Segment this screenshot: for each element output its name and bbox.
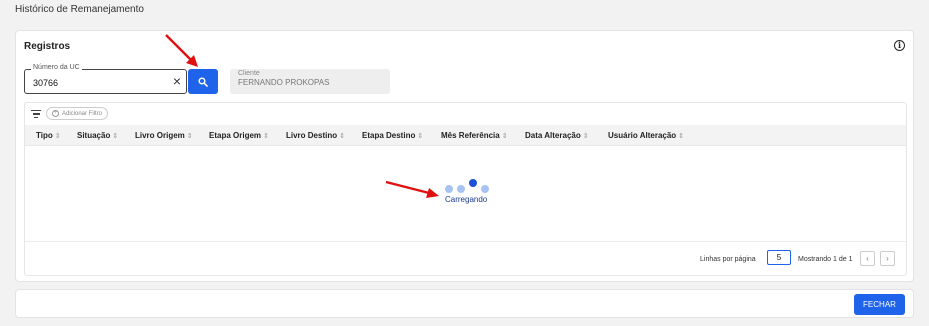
page-title: Histórico de Remanejamento [15, 4, 144, 15]
column-header-tipo[interactable]: Tipo ⇕ [36, 131, 61, 140]
loader-dot [457, 185, 465, 193]
loader-dot [469, 179, 477, 187]
plus-circle-icon: + [52, 110, 59, 117]
clear-icon[interactable]: × [173, 73, 181, 89]
uc-number-label: Número da UC [31, 64, 82, 71]
loader-dot [445, 185, 453, 193]
rows-per-page-input[interactable]: 5 [767, 250, 791, 265]
column-header-data-alteracao[interactable]: Data Alteração ⇕ [525, 131, 589, 140]
sort-icon: ⇕ [678, 133, 685, 140]
prev-page-button[interactable]: ‹ [860, 251, 875, 266]
card-title: Registros [24, 41, 71, 52]
add-filter-label: Adicionar Filtro [62, 110, 103, 117]
filter-icon[interactable] [31, 110, 41, 120]
sort-icon: ⇕ [112, 133, 119, 140]
annotation-arrow-icon [165, 34, 198, 67]
sort-icon: ⇕ [186, 133, 193, 140]
records-table: + Adicionar Filtro Tipo ⇕ Situação ⇕ Livro… [24, 102, 907, 276]
sort-icon: ⇕ [339, 133, 345, 140]
uc-number-value[interactable]: 30766 [33, 78, 58, 88]
uc-number-field[interactable]: Número da UC 30766 × [24, 64, 187, 94]
column-header-usuario-alteracao[interactable]: Usuário Alteração ⇕ [608, 131, 684, 140]
sort-icon: ⇕ [501, 133, 508, 140]
table-header: Tipo ⇕ Situação ⇕ Livro Origem ⇕ Etapa Orig… [25, 125, 906, 146]
client-field: Cliente FERNANDO PROKOPAS [230, 69, 390, 94]
loader-dot [481, 185, 489, 193]
sort-icon: ⇕ [54, 133, 61, 140]
column-header-livro-destino[interactable]: Livro Destino ⇕ [286, 131, 345, 140]
column-header-livro-origem[interactable]: Livro Origem ⇕ [135, 131, 193, 140]
records-card: Registros i Número da UC 30766 × Cliente… [15, 30, 914, 282]
rows-per-page-label: Linhas por página [700, 256, 756, 263]
info-icon[interactable]: i [894, 40, 905, 51]
sort-icon: ⇕ [263, 133, 269, 140]
close-button[interactable]: FECHAR [854, 294, 905, 315]
column-header-mes-referencia[interactable]: Mês Referência ⇕ [441, 131, 508, 140]
search-icon [198, 76, 208, 87]
sort-icon: ⇕ [582, 133, 589, 140]
column-header-situacao[interactable]: Situação ⇕ [77, 131, 118, 140]
column-header-etapa-destino[interactable]: Etapa Destino ⇕ [362, 131, 423, 140]
loading-text: Carregando [445, 195, 488, 204]
client-value: FERNANDO PROKOPAS [238, 78, 330, 87]
column-header-etapa-origem[interactable]: Etapa Origem ⇕ [209, 131, 269, 140]
pagination-status: Mostrando 1 de 1 [798, 256, 853, 263]
sort-icon: ⇕ [417, 133, 424, 140]
footer-bar: FECHAR [15, 289, 914, 318]
next-page-button[interactable]: › [880, 251, 895, 266]
loading-spinner [443, 179, 493, 193]
add-filter-button[interactable]: + Adicionar Filtro [46, 107, 109, 120]
client-label: Cliente [238, 70, 260, 77]
table-pagination: Linhas por página 5 Mostrando 1 de 1 ‹ › [25, 241, 906, 276]
annotation-arrow-icon [385, 180, 439, 198]
search-button[interactable] [188, 69, 218, 94]
